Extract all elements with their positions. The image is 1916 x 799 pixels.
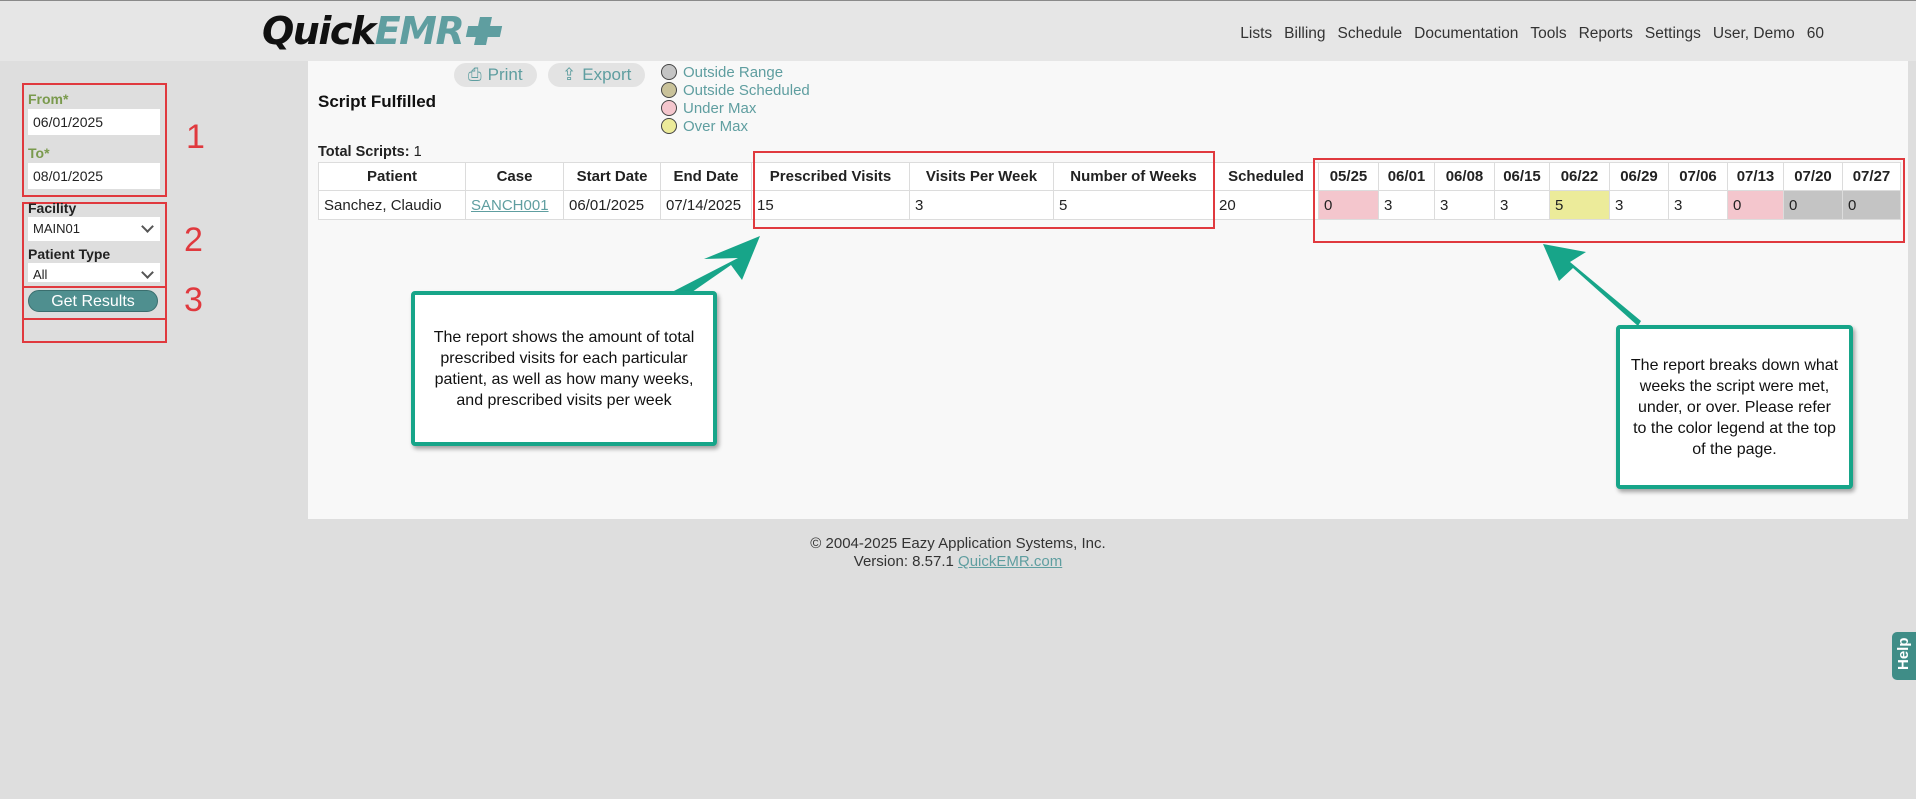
- help-tab[interactable]: Help: [1892, 632, 1916, 680]
- copyright-text: © 2004-2025 Eazy Application Systems, In…: [810, 535, 1106, 552]
- version-line: Version: 8.57.1 QuickEMR.com: [0, 553, 1916, 571]
- callout-left: The report shows the amount of total pre…: [411, 291, 717, 446]
- arrow-right: [1543, 244, 1641, 326]
- callout-right: The report breaks down what weeks the sc…: [1616, 325, 1853, 489]
- quickemr-link[interactable]: QuickEMR.com: [958, 553, 1062, 570]
- help-label: Help: [1895, 637, 1912, 670]
- version-text: Version: 8.57.1: [853, 553, 954, 570]
- footer: © 2004-2025 Eazy Application Systems, In…: [0, 535, 1916, 571]
- arrow-left: [672, 236, 760, 299]
